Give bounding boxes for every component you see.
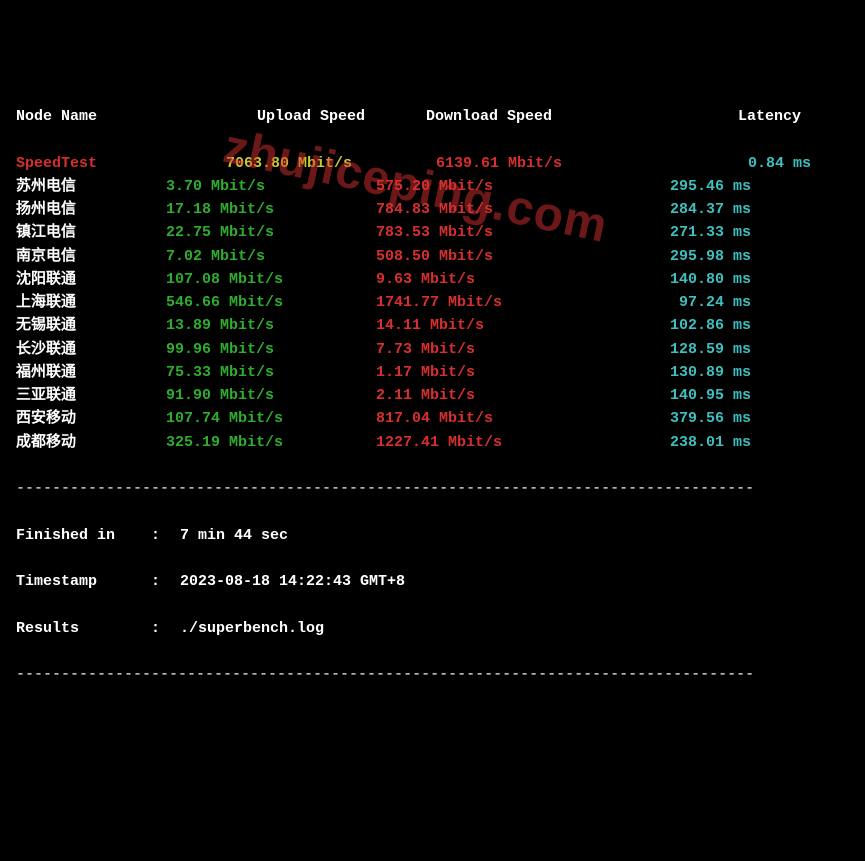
upload-speed: 91.90 Mbit/s	[166, 384, 376, 407]
download-speed: 9.63 Mbit/s	[376, 268, 611, 291]
latency: 140.95 ms	[611, 384, 751, 407]
upload-speed: 17.18 Mbit/s	[166, 198, 376, 221]
table-row: 沈阳联通107.08 Mbit/s9.63 Mbit/s140.80 ms	[16, 268, 849, 291]
download-speed: 784.83 Mbit/s	[376, 198, 611, 221]
table-row: 无锡联通13.89 Mbit/s14.11 Mbit/s102.86 ms	[16, 314, 849, 337]
latency: 0.84 ms	[671, 152, 811, 175]
latency: 271.33 ms	[611, 221, 751, 244]
header-latency: Latency	[661, 105, 801, 128]
separator: :	[151, 570, 171, 593]
node-name: 福州联通	[16, 361, 166, 384]
table-row: 长沙联通99.96 Mbit/s7.73 Mbit/s128.59 ms	[16, 338, 849, 361]
latency: 102.86 ms	[611, 314, 751, 337]
upload-speed: 22.75 Mbit/s	[166, 221, 376, 244]
upload-speed: 3.70 Mbit/s	[166, 175, 376, 198]
upload-speed: 107.08 Mbit/s	[166, 268, 376, 291]
latency: 140.80 ms	[611, 268, 751, 291]
table-header: Node NameUpload SpeedDownload SpeedLaten…	[16, 105, 849, 128]
download-speed: 2.11 Mbit/s	[376, 384, 611, 407]
node-name: 长沙联通	[16, 338, 166, 361]
divider: ----------------------------------------…	[16, 477, 849, 500]
timestamp-label: Timestamp	[16, 570, 151, 593]
header-node: Node Name	[16, 105, 166, 128]
table-row: 上海联通546.66 Mbit/s1741.77 Mbit/s97.24 ms	[16, 291, 849, 314]
table-body: SpeedTest7063.80 Mbit/s6139.61 Mbit/s0.8…	[16, 152, 849, 454]
footer-finished: Finished in: 7 min 44 sec	[16, 524, 849, 547]
download-speed: 783.53 Mbit/s	[376, 221, 611, 244]
timestamp-value: 2023-08-18 14:22:43 GMT+8	[180, 570, 405, 593]
table-row: 镇江电信22.75 Mbit/s783.53 Mbit/s271.33 ms	[16, 221, 849, 244]
table-row: SpeedTest7063.80 Mbit/s6139.61 Mbit/s0.8…	[16, 152, 849, 175]
table-row: 扬州电信17.18 Mbit/s784.83 Mbit/s284.37 ms	[16, 198, 849, 221]
latency: 97.24 ms	[611, 291, 751, 314]
latency: 295.46 ms	[611, 175, 751, 198]
table-row: 西安移动107.74 Mbit/s817.04 Mbit/s379.56 ms	[16, 407, 849, 430]
upload-speed: 325.19 Mbit/s	[166, 431, 376, 454]
download-speed: 7.73 Mbit/s	[376, 338, 611, 361]
footer-timestamp: Timestamp: 2023-08-18 14:22:43 GMT+8	[16, 570, 849, 593]
divider: ----------------------------------------…	[16, 663, 849, 686]
header-download: Download Speed	[416, 105, 661, 128]
table-row: 成都移动325.19 Mbit/s1227.41 Mbit/s238.01 ms	[16, 431, 849, 454]
node-name: 成都移动	[16, 431, 166, 454]
table-row: 福州联通75.33 Mbit/s1.17 Mbit/s130.89 ms	[16, 361, 849, 384]
node-name: 沈阳联通	[16, 268, 166, 291]
download-speed: 6139.61 Mbit/s	[436, 152, 671, 175]
upload-speed: 99.96 Mbit/s	[166, 338, 376, 361]
finished-label: Finished in	[16, 524, 151, 547]
finished-value: 7 min 44 sec	[180, 524, 288, 547]
node-name: SpeedTest	[16, 152, 166, 175]
download-speed: 1227.41 Mbit/s	[376, 431, 611, 454]
download-speed: 817.04 Mbit/s	[376, 407, 611, 430]
download-speed: 14.11 Mbit/s	[376, 314, 611, 337]
latency: 284.37 ms	[611, 198, 751, 221]
node-name: 三亚联通	[16, 384, 166, 407]
table-row: 三亚联通91.90 Mbit/s2.11 Mbit/s140.95 ms	[16, 384, 849, 407]
upload-speed: 107.74 Mbit/s	[166, 407, 376, 430]
table-row: 苏州电信3.70 Mbit/s575.20 Mbit/s295.46 ms	[16, 175, 849, 198]
node-name: 扬州电信	[16, 198, 166, 221]
separator: :	[151, 524, 171, 547]
node-name: 上海联通	[16, 291, 166, 314]
latency: 379.56 ms	[611, 407, 751, 430]
upload-speed: 75.33 Mbit/s	[166, 361, 376, 384]
latency: 130.89 ms	[611, 361, 751, 384]
node-name: 镇江电信	[16, 221, 166, 244]
upload-speed: 7.02 Mbit/s	[166, 245, 376, 268]
latency: 128.59 ms	[611, 338, 751, 361]
download-speed: 575.20 Mbit/s	[376, 175, 611, 198]
results-value: ./superbench.log	[180, 617, 324, 640]
download-speed: 508.50 Mbit/s	[376, 245, 611, 268]
upload-speed: 7063.80 Mbit/s	[166, 152, 436, 175]
node-name: 西安移动	[16, 407, 166, 430]
latency: 238.01 ms	[611, 431, 751, 454]
download-speed: 1.17 Mbit/s	[376, 361, 611, 384]
results-label: Results	[16, 617, 151, 640]
node-name: 苏州电信	[16, 175, 166, 198]
node-name: 无锡联通	[16, 314, 166, 337]
node-name: 南京电信	[16, 245, 166, 268]
separator: :	[151, 617, 171, 640]
table-row: 南京电信7.02 Mbit/s508.50 Mbit/s295.98 ms	[16, 245, 849, 268]
upload-speed: 546.66 Mbit/s	[166, 291, 376, 314]
upload-speed: 13.89 Mbit/s	[166, 314, 376, 337]
download-speed: 1741.77 Mbit/s	[376, 291, 611, 314]
header-upload: Upload Speed	[166, 105, 416, 128]
latency: 295.98 ms	[611, 245, 751, 268]
footer-results: Results: ./superbench.log	[16, 617, 849, 640]
